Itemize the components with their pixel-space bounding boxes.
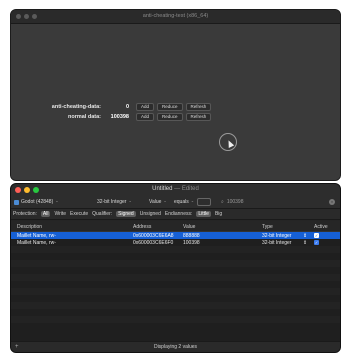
- col-type[interactable]: Type: [262, 224, 273, 230]
- normal-data-refresh-button[interactable]: Refresh: [185, 113, 212, 121]
- process-selector[interactable]: Godot (42848) ⌃: [14, 199, 59, 205]
- memory-scanner-window: Untitled — Edited Godot (42848) ⌃ 32-bit…: [10, 183, 341, 353]
- operator-label: equals: [174, 199, 189, 205]
- scanner-title: Untitled — Edited: [11, 186, 340, 192]
- variable-selector[interactable]: Value ⌃: [149, 199, 167, 205]
- add-variable-icon[interactable]: +: [15, 344, 19, 350]
- clear-search-icon[interactable]: ×: [329, 199, 335, 205]
- table-row[interactable]: Maillet Name, rw- 0x600003C6E6F0 100398 …: [11, 239, 340, 246]
- table-header: Description Address Value Type Active: [11, 221, 340, 232]
- scan-range-field[interactable]: [197, 198, 211, 206]
- normal-data-label: normal data:: [67, 114, 101, 120]
- col-value[interactable]: Value: [183, 224, 195, 230]
- col-description[interactable]: Description: [17, 224, 42, 230]
- type-stepper-icon[interactable]: ⇕: [303, 240, 307, 246]
- col-address[interactable]: Address: [133, 224, 151, 230]
- chevron-updown-icon: ⌃: [128, 199, 132, 205]
- protection-all-option[interactable]: All: [40, 211, 51, 217]
- endianness-big-option[interactable]: Big: [215, 211, 222, 217]
- anti-cheating-refresh-button[interactable]: Refresh: [185, 103, 212, 111]
- scanner-toolbar: Godot (42848) ⌃ 32-bit Integer ⌃ Value ⌃…: [11, 196, 340, 209]
- edited-indicator: — Edited: [174, 186, 199, 192]
- active-checkbox[interactable]: ✓: [314, 240, 319, 245]
- search-icon: ⌕: [221, 199, 224, 205]
- game-canvas[interactable]: anti-cheating-data: 0 Add Reduce Refresh…: [11, 24, 340, 180]
- row-value[interactable]: 100398: [183, 240, 200, 246]
- scanner-titlebar: Untitled — Edited: [11, 184, 340, 196]
- active-checkbox[interactable]: ✓: [314, 233, 319, 238]
- col-active[interactable]: Active: [314, 224, 328, 230]
- process-label: Godot (42848): [21, 199, 54, 205]
- row-address[interactable]: 0x600003C6E6F0: [133, 240, 173, 246]
- normal-data-row: normal data: 100398 Add Reduce Refresh: [41, 113, 214, 121]
- operator-selector[interactable]: equals ⌃: [174, 199, 194, 205]
- qualifier-signed-option[interactable]: Signed: [116, 211, 136, 217]
- chevron-updown-icon: ⌃: [190, 199, 195, 205]
- normal-data-add-button[interactable]: Add: [136, 113, 155, 121]
- variable-label: Value: [149, 199, 162, 205]
- protection-write-option[interactable]: Write: [54, 211, 66, 217]
- qualifier-label: Qualifier:: [92, 211, 113, 217]
- search-field[interactable]: ⌕ 100398: [221, 198, 333, 206]
- game-window: anti-cheating-test (x86_64) anti-cheatin…: [10, 9, 341, 181]
- protection-execute-option[interactable]: Execute: [70, 211, 88, 217]
- search-value: 100398: [226, 199, 244, 205]
- game-titlebar: anti-cheating-test (x86_64): [11, 10, 340, 24]
- chevron-updown-icon: ⌃: [55, 199, 59, 205]
- scan-scope-bar: Protection: All Write Execute Qualifier:…: [11, 209, 340, 220]
- anti-cheating-row: anti-cheating-data: 0 Add Reduce Refresh: [41, 103, 214, 111]
- endianness-label: Endianness:: [164, 211, 193, 217]
- data-type-label: 32-bit Integer: [97, 199, 127, 205]
- anti-cheating-add-button[interactable]: Add: [136, 103, 155, 111]
- protection-label: Protection:: [13, 211, 37, 217]
- game-window-title: anti-cheating-test (x86_64): [142, 13, 209, 19]
- anti-cheating-value: 0: [125, 104, 129, 110]
- status-text: Displaying 2 values: [153, 344, 198, 350]
- table-row[interactable]: Maillet Name, rw- 0x600003C6E6A8 888888 …: [11, 232, 340, 239]
- qualifier-unsigned-option[interactable]: Unsigned: [140, 211, 161, 217]
- results-table: Description Address Value Type Active Ma…: [11, 221, 340, 341]
- status-bar: + Displaying 2 values: [11, 341, 340, 352]
- chevron-updown-icon: ⌃: [163, 199, 167, 205]
- anti-cheating-reduce-button[interactable]: Reduce: [157, 103, 183, 111]
- document-title: Untitled: [152, 186, 173, 192]
- row-type[interactable]: 32-bit Integer: [262, 240, 291, 246]
- anti-cheating-label: anti-cheating-data:: [51, 104, 101, 110]
- endianness-little-option[interactable]: Little: [196, 211, 211, 217]
- process-app-icon: [14, 199, 19, 205]
- normal-data-reduce-button[interactable]: Reduce: [157, 113, 183, 121]
- normal-data-value: 100398: [110, 114, 129, 120]
- data-type-selector[interactable]: 32-bit Integer ⌃: [97, 199, 132, 205]
- empty-rows: [11, 246, 340, 330]
- row-description[interactable]: Maillet Name, rw-: [17, 240, 56, 246]
